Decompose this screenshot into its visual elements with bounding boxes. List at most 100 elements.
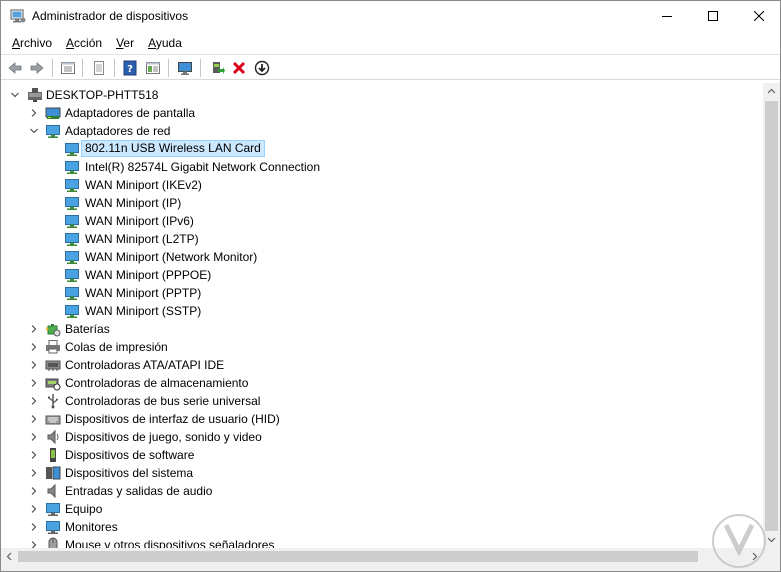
chevron-right-icon[interactable] <box>29 522 39 532</box>
tree-item-computer[interactable]: Equipo <box>1 500 761 518</box>
tree-child-label-selected: 802.11n USB Wireless LAN Card <box>81 140 265 157</box>
chevron-right-icon[interactable] <box>29 414 39 424</box>
toolbar-separator <box>82 59 83 77</box>
vertical-scroll-thumb[interactable] <box>765 101 778 531</box>
tree-item-audio-io[interactable]: Entradas y salidas de audio <box>1 482 761 500</box>
device-manager-icon <box>10 9 26 23</box>
software-device-icon <box>50 448 56 462</box>
minimize-button[interactable] <box>644 1 690 31</box>
menu-ver[interactable]: Ver <box>109 34 141 52</box>
tree-child-wan-pppoe[interactable]: WAN Miniport (PPPOE) <box>1 266 761 284</box>
chevron-right-icon[interactable] <box>29 540 39 548</box>
chevron-right-icon[interactable] <box>29 396 39 406</box>
horizontal-scrollbar[interactable] <box>1 548 763 565</box>
print-icon <box>94 61 104 75</box>
tree-child-label: Intel(R) 82574L Gigabit Network Connecti… <box>85 160 321 174</box>
chevron-right-icon[interactable] <box>29 108 39 118</box>
properties-panel-button[interactable] <box>58 58 78 78</box>
tree-child-label: WAN Miniport (PPTP) <box>85 286 202 300</box>
tree-child-wireless-card[interactable]: 802.11n USB Wireless LAN Card <box>1 140 761 158</box>
tree-child-wan-ip[interactable]: WAN Miniport (IP) <box>1 194 761 212</box>
tree-child-wan-sstp[interactable]: WAN Miniport (SSTP) <box>1 302 761 320</box>
update-driver-icon <box>213 62 225 74</box>
close-button[interactable] <box>736 1 780 31</box>
svg-text:?: ? <box>127 64 133 75</box>
watermark-logo <box>712 514 766 568</box>
chevron-down-icon[interactable] <box>29 126 39 136</box>
tree-child-intel-nic[interactable]: Intel(R) 82574L Gigabit Network Connecti… <box>1 158 761 176</box>
scroll-up-icon[interactable] <box>767 87 776 96</box>
tree-item-hid[interactable]: Dispositivos de interfaz de usuario (HID… <box>1 410 761 428</box>
uninstall-x-icon <box>232 61 246 75</box>
tree-item-batteries[interactable]: Baterías <box>1 320 761 338</box>
tree-item-print-queues[interactable]: Colas de impresión <box>1 338 761 356</box>
chevron-right-icon[interactable] <box>29 486 39 496</box>
chevron-right-icon[interactable] <box>29 378 39 388</box>
chevron-right-icon[interactable] <box>29 504 39 514</box>
scroll-left-icon[interactable] <box>5 552 14 561</box>
device-manager-window: Administrador de dispositivos Archivo Ac… <box>0 0 781 572</box>
tree-root[interactable]: DESKTOP-PHTT518 <box>1 86 761 104</box>
menu-archivo[interactable]: Archivo <box>5 34 59 52</box>
back-arrow-icon <box>8 62 22 74</box>
tree-child-wan-ipv6[interactable]: WAN Miniport (IPv6) <box>1 212 761 230</box>
monitor-icon <box>46 521 60 534</box>
tree-child-wan-netmon[interactable]: WAN Miniport (Network Monitor) <box>1 248 761 266</box>
tree-item-label: Adaptadores de red <box>65 124 171 138</box>
tree-item-monitors[interactable]: Monitores <box>1 518 761 536</box>
help-icon: ? <box>123 60 137 76</box>
tree-item-label: Monitores <box>65 520 118 534</box>
tree-child-wan-ikev2[interactable]: WAN Miniport (IKEv2) <box>1 176 761 194</box>
tree-root-label: DESKTOP-PHTT518 <box>46 88 159 102</box>
mouse-icon <box>48 537 58 548</box>
title-bar[interactable]: Administrador de dispositivos <box>1 1 780 32</box>
tree-item-system-devices[interactable]: Dispositivos del sistema <box>1 464 761 482</box>
maximize-button[interactable] <box>690 1 736 31</box>
network-adapter-icon <box>65 305 79 318</box>
audio-io-icon <box>47 483 56 499</box>
chevron-right-icon[interactable] <box>29 360 39 370</box>
chevron-right-icon[interactable] <box>29 468 39 478</box>
storage-controller-icon <box>45 378 61 391</box>
print-button[interactable] <box>89 58 109 78</box>
tree-item-label: Controladoras de almacenamiento <box>65 376 249 390</box>
tree-item-ide-controllers[interactable]: Controladoras ATA/ATAPI IDE <box>1 356 761 374</box>
tree-child-wan-pptp[interactable]: WAN Miniport (PPTP) <box>1 284 761 302</box>
printer-icon <box>46 340 60 354</box>
help-button[interactable]: ? <box>120 58 140 78</box>
menu-accion[interactable]: Acción <box>59 34 109 52</box>
horizontal-scroll-thumb[interactable] <box>18 551 698 562</box>
tree-item-display-adapters[interactable]: Adaptadores de pantalla <box>1 104 761 122</box>
network-adapter-icon <box>65 179 79 192</box>
chevron-right-icon[interactable] <box>29 432 39 442</box>
tree-item-usb-controllers[interactable]: Controladoras de bus serie universal <box>1 392 761 410</box>
chevron-right-icon[interactable] <box>29 324 39 334</box>
tree-child-wan-l2tp[interactable]: WAN Miniport (L2TP) <box>1 230 761 248</box>
tree-item-software-devices[interactable]: Dispositivos de software <box>1 446 761 464</box>
tree-item-storage-controllers[interactable]: Controladoras de almacenamiento <box>1 374 761 392</box>
scan-hardware-button[interactable] <box>175 58 195 78</box>
device-tree[interactable]: DESKTOP-PHTT518 Adaptadores de pantalla … <box>1 83 763 548</box>
network-adapter-icon <box>65 197 79 210</box>
vertical-scrollbar[interactable] <box>763 83 780 548</box>
uninstall-button[interactable] <box>229 58 249 78</box>
monitor-icon <box>178 62 192 75</box>
update-driver-button[interactable] <box>207 58 227 78</box>
menu-ayuda[interactable]: Ayuda <box>141 34 189 52</box>
tree-item-mice[interactable]: Mouse y otros dispositivos señaladores <box>1 536 761 548</box>
tree-item-label: Controladoras de bus serie universal <box>65 394 261 408</box>
chevron-right-icon[interactable] <box>29 450 39 460</box>
tree-item-network-adapters[interactable]: Adaptadores de red <box>1 122 761 140</box>
chevron-down-icon[interactable] <box>10 90 20 100</box>
tree-child-label: WAN Miniport (IP) <box>85 196 182 210</box>
show-panel-button[interactable] <box>143 58 163 78</box>
tree-item-sound-video[interactable]: Dispositivos de juego, sonido y video <box>1 428 761 446</box>
tree-item-label: Dispositivos del sistema <box>65 466 194 480</box>
forward-button[interactable] <box>27 58 47 78</box>
chevron-right-icon[interactable] <box>29 342 39 352</box>
back-button[interactable] <box>5 58 25 78</box>
tree-item-label: Dispositivos de interfaz de usuario (HID… <box>65 412 280 426</box>
tree-item-label: Adaptadores de pantalla <box>65 106 196 120</box>
enable-device-button[interactable] <box>252 58 272 78</box>
tree-item-label: Entradas y salidas de audio <box>65 484 213 498</box>
